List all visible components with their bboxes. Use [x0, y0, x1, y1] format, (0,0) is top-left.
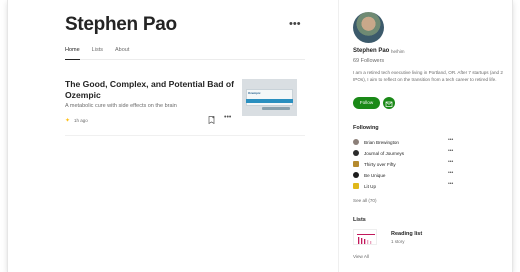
post-title[interactable]: The Good, Complex, and Potential Bad of … — [65, 79, 235, 101]
active-tab-indicator — [65, 58, 80, 60]
more-icon[interactable]: ••• — [448, 159, 453, 165]
more-icon[interactable]: ••• — [448, 148, 453, 154]
more-icon[interactable]: ••• — [448, 137, 453, 143]
tabs-divider — [65, 59, 305, 60]
following-name: Thirty over Fifty — [364, 161, 396, 167]
pen-image — [262, 107, 290, 110]
following-item[interactable]: Journal of Journeys ••• — [353, 148, 455, 157]
following-name: Lit Up — [364, 183, 377, 189]
mail-plus-icon — [385, 101, 393, 107]
sidebar-author-name[interactable]: Stephen Pao — [353, 48, 389, 54]
post-meta: ✦ 1h ago — [65, 117, 88, 124]
following-heading: Following — [353, 125, 379, 131]
view-all-lists-link[interactable]: View All — [353, 254, 369, 259]
post-more-icon[interactable]: ••• — [224, 114, 231, 121]
more-icon[interactable]: ••• — [448, 181, 453, 187]
post-subtitle[interactable]: A metabolic cure with side effects on th… — [65, 103, 177, 109]
reading-list-count: 1 story — [391, 239, 405, 244]
main-column: Stephen Pao ••• Home Lists About The Goo… — [8, 0, 338, 272]
member-star-icon: ✦ — [65, 118, 71, 124]
list-preview-icon — [357, 234, 375, 244]
reading-list-thumbnail[interactable] — [353, 229, 377, 245]
follow-button[interactable]: Follow — [353, 97, 380, 109]
tab-about[interactable]: About — [115, 47, 129, 53]
following-avatar — [353, 172, 359, 178]
following-item[interactable]: Brian Brewington ••• — [353, 137, 455, 146]
post-thumbnail[interactable]: Ozempic — [242, 79, 297, 116]
author-name-heading[interactable]: Stephen Pao — [65, 14, 177, 36]
author-bio: I am a retired tech executive living in … — [353, 70, 503, 82]
pronouns: he/him — [391, 49, 405, 54]
post-divider — [65, 135, 305, 136]
reading-list-name[interactable]: Reading list — [391, 231, 422, 237]
tab-lists[interactable]: Lists — [92, 47, 103, 53]
more-options-icon[interactable]: ••• — [289, 18, 301, 30]
page-frame: Stephen Pao ••• Home Lists About The Goo… — [8, 0, 512, 272]
following-item[interactable]: Lit Up ••• — [353, 181, 455, 190]
following-avatar — [353, 150, 359, 156]
box-label: Ozempic — [248, 91, 261, 95]
following-avatar — [353, 161, 359, 167]
following-name: Journal of Journeys — [364, 150, 405, 156]
see-all-following-link[interactable]: See all (70) — [353, 198, 377, 203]
bookmark-icon[interactable] — [208, 116, 215, 124]
more-icon[interactable]: ••• — [448, 170, 453, 176]
following-name: Be Unique — [364, 172, 386, 178]
lists-heading: Lists — [353, 217, 366, 223]
tab-home[interactable]: Home — [65, 47, 80, 53]
following-item[interactable]: Thirty over Fifty ••• — [353, 159, 455, 168]
following-item[interactable]: Be Unique ••• — [353, 170, 455, 179]
following-name: Brian Brewington — [364, 139, 399, 145]
box-band — [246, 99, 293, 103]
profile-tabs: Home Lists About — [65, 47, 129, 53]
followers-count[interactable]: 69 Followers — [353, 58, 384, 64]
sidebar: Stephen Pao he/him 69 Followers I am a r… — [338, 0, 512, 272]
following-avatar — [353, 139, 359, 145]
post-time: 1h ago — [74, 118, 88, 123]
subscribe-mail-button[interactable] — [383, 97, 395, 109]
following-avatar — [353, 183, 359, 189]
avatar[interactable] — [353, 12, 384, 43]
